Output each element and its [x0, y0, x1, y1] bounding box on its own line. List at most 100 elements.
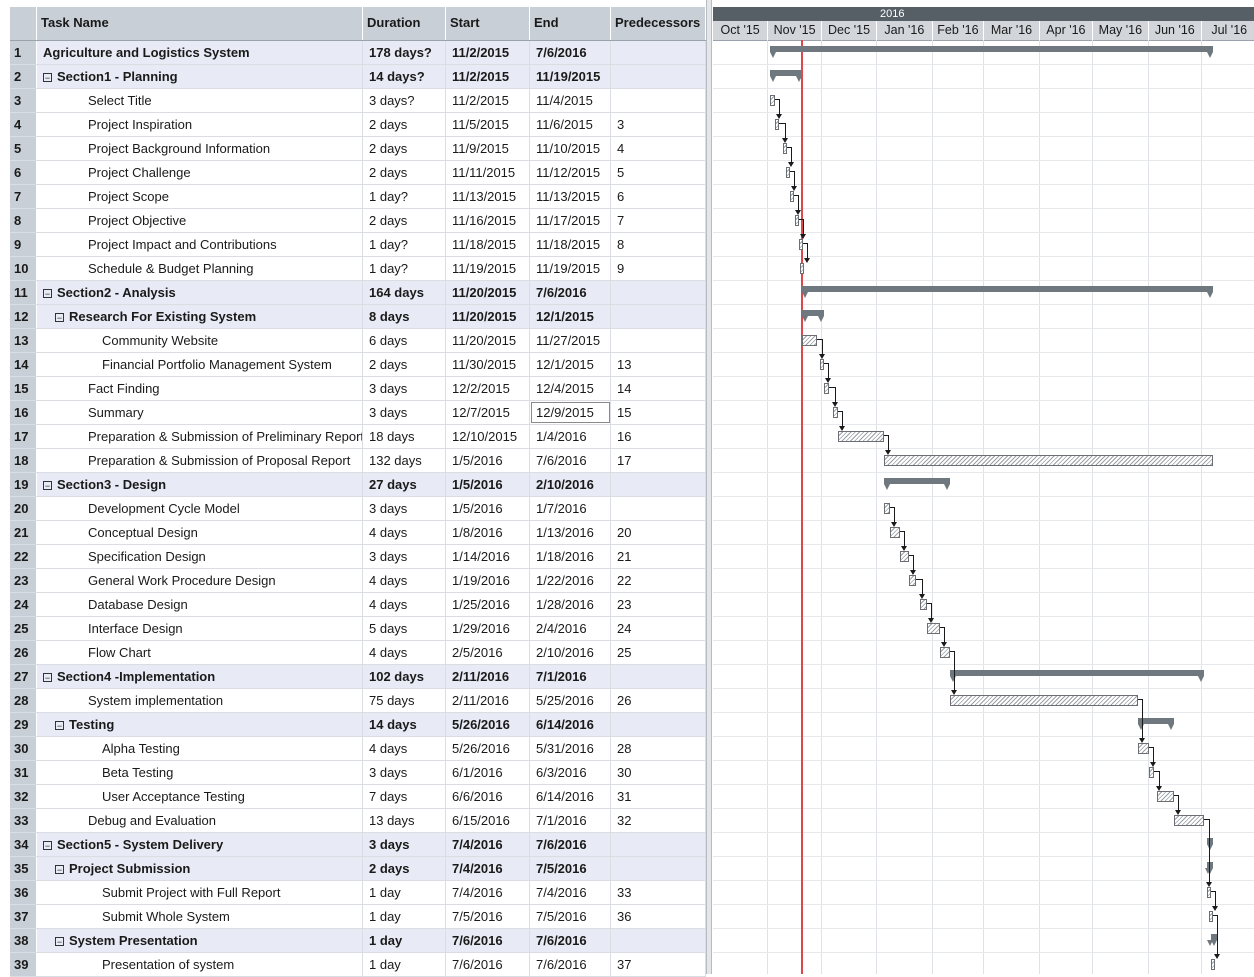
summary-task-row[interactable]: 34− Section5 - System Delivery 3 days 7/4/2…: [10, 833, 706, 857]
task-duration-cell[interactable]: 18 days: [363, 425, 446, 448]
pane-splitter[interactable]: [706, 0, 712, 974]
task-end-cell[interactable]: 11/6/2015: [530, 113, 611, 136]
row-number-cell[interactable]: 22: [10, 545, 37, 568]
task-start-cell[interactable]: 11/16/2015: [446, 209, 530, 232]
summary-task-row[interactable]: 38− System Presentation 1 day 7/6/2016 7/6/2…: [10, 929, 706, 953]
task-duration-cell[interactable]: 14 days: [363, 713, 446, 736]
collapse-toggle-icon[interactable]: −: [55, 937, 64, 947]
task-row[interactable]: 39 Presentation of system 1 day 7/6/2016 7/6…: [10, 953, 706, 977]
task-bar[interactable]: [1207, 887, 1212, 898]
task-bar[interactable]: [920, 599, 928, 610]
task-row[interactable]: 37 Submit Whole System 1 day 7/5/2016 7/5/20…: [10, 905, 706, 929]
task-start-cell[interactable]: 1/29/2016: [446, 617, 530, 640]
collapse-toggle-icon[interactable]: −: [43, 673, 52, 683]
row-number-cell[interactable]: 32: [10, 785, 37, 808]
task-row[interactable]: 21 Conceptual Design 4 days 1/8/2016 1/13/20…: [10, 521, 706, 545]
task-start-cell[interactable]: 5/26/2016: [446, 713, 530, 736]
row-number-cell[interactable]: 25: [10, 617, 37, 640]
task-predecessors-cell[interactable]: 20: [611, 521, 706, 544]
task-end-cell[interactable]: 7/5/2016: [530, 857, 611, 880]
task-name-cell[interactable]: Schedule & Budget Planning: [37, 257, 363, 280]
task-name-cell[interactable]: − Section1 - Planning: [37, 65, 363, 88]
task-name-cell[interactable]: − Section4 -Implementation: [37, 665, 363, 688]
task-row[interactable]: 15 Fact Finding 3 days 12/2/2015 12/4/2015 14: [10, 377, 706, 401]
task-end-cell[interactable]: 7/6/2016: [530, 41, 611, 64]
task-bar[interactable]: [939, 647, 951, 658]
task-start-cell[interactable]: 12/10/2015: [446, 425, 530, 448]
task-predecessors-cell[interactable]: [611, 329, 706, 352]
duration-header[interactable]: Duration: [363, 7, 446, 40]
task-duration-cell[interactable]: 2 days: [363, 209, 446, 232]
row-number-cell[interactable]: 36: [10, 881, 37, 904]
task-duration-cell[interactable]: 164 days: [363, 281, 446, 304]
row-number-cell[interactable]: 37: [10, 905, 37, 928]
task-duration-cell[interactable]: 27 days: [363, 473, 446, 496]
task-predecessors-cell[interactable]: [611, 833, 706, 856]
task-predecessors-cell[interactable]: 23: [611, 593, 706, 616]
task-start-cell[interactable]: 7/6/2016: [446, 929, 530, 952]
task-end-cell[interactable]: 1/13/2016: [530, 521, 611, 544]
task-start-cell[interactable]: 11/30/2015: [446, 353, 530, 376]
task-start-cell[interactable]: 2/11/2016: [446, 689, 530, 712]
row-number-cell[interactable]: 6: [10, 161, 37, 184]
summary-bar[interactable]: [950, 670, 1204, 676]
row-number-cell[interactable]: 19: [10, 473, 37, 496]
task-predecessors-cell[interactable]: [611, 929, 706, 952]
task-predecessors-cell[interactable]: [611, 665, 706, 688]
task-row[interactable]: 28 System implementation 75 days 2/11/2016 5…: [10, 689, 706, 713]
end-header[interactable]: End: [530, 7, 611, 40]
task-bar[interactable]: [832, 407, 838, 418]
task-predecessors-cell[interactable]: 8: [611, 233, 706, 256]
task-duration-cell[interactable]: 14 days?: [363, 65, 446, 88]
task-end-cell[interactable]: 12/9/2015: [530, 401, 611, 424]
task-predecessors-cell[interactable]: 6: [611, 185, 706, 208]
task-duration-cell[interactable]: 1 day?: [363, 233, 446, 256]
row-number-cell[interactable]: 27: [10, 665, 37, 688]
summary-task-row[interactable]: 19− Section3 - Design 27 days 1/5/2016 2/10/…: [10, 473, 706, 497]
collapse-toggle-icon[interactable]: −: [43, 481, 52, 491]
row-number-cell[interactable]: 12: [10, 305, 37, 328]
task-name-cell[interactable]: Project Impact and Contributions: [37, 233, 363, 256]
task-bar[interactable]: [800, 263, 805, 274]
row-number-cell[interactable]: 9: [10, 233, 37, 256]
task-bar[interactable]: [770, 95, 776, 106]
task-predecessors-cell[interactable]: 30: [611, 761, 706, 784]
start-header[interactable]: Start: [446, 7, 530, 40]
summary-task-row[interactable]: 29− Testing 14 days 5/26/2016 6/14/2016: [10, 713, 706, 737]
task-start-cell[interactable]: 11/9/2015: [446, 137, 530, 160]
row-number-cell[interactable]: 18: [10, 449, 37, 472]
task-start-cell[interactable]: 1/25/2016: [446, 593, 530, 616]
task-start-cell[interactable]: 1/14/2016: [446, 545, 530, 568]
row-number-cell[interactable]: 35: [10, 857, 37, 880]
task-bar[interactable]: [789, 191, 794, 202]
row-number-cell[interactable]: 29: [10, 713, 37, 736]
task-name-cell[interactable]: Flow Chart: [37, 641, 363, 664]
task-start-cell[interactable]: 1/5/2016: [446, 497, 530, 520]
task-bar[interactable]: [1157, 791, 1174, 802]
collapse-toggle-icon[interactable]: −: [55, 313, 64, 323]
task-start-cell[interactable]: 11/2/2015: [446, 41, 530, 64]
task-name-cell[interactable]: System implementation: [37, 689, 363, 712]
row-number-cell[interactable]: 33: [10, 809, 37, 832]
summary-task-row[interactable]: 2− Section1 - Planning 14 days? 11/2/2015 11…: [10, 65, 706, 89]
task-duration-cell[interactable]: 13 days: [363, 809, 446, 832]
row-number-cell[interactable]: 31: [10, 761, 37, 784]
row-number-cell[interactable]: 15: [10, 377, 37, 400]
task-start-cell[interactable]: 7/4/2016: [446, 833, 530, 856]
task-start-cell[interactable]: 11/20/2015: [446, 305, 530, 328]
task-end-cell[interactable]: 6/3/2016: [530, 761, 611, 784]
task-duration-cell[interactable]: 1 day: [363, 905, 446, 928]
task-bar[interactable]: [837, 431, 885, 442]
task-row[interactable]: 6 Project Challenge 2 days 11/11/2015 11/12/…: [10, 161, 706, 185]
task-end-cell[interactable]: 12/4/2015: [530, 377, 611, 400]
task-row[interactable]: 25 Interface Design 5 days 1/29/2016 2/4/201…: [10, 617, 706, 641]
task-bar[interactable]: [1209, 911, 1214, 922]
task-end-cell[interactable]: 2/4/2016: [530, 617, 611, 640]
task-bar[interactable]: [950, 695, 1138, 706]
task-start-cell[interactable]: 6/6/2016: [446, 785, 530, 808]
task-start-cell[interactable]: 11/20/2015: [446, 329, 530, 352]
task-duration-cell[interactable]: 4 days: [363, 593, 446, 616]
task-name-cell[interactable]: Agriculture and Logistics System: [37, 41, 363, 64]
task-end-cell[interactable]: 1/18/2016: [530, 545, 611, 568]
task-duration-cell[interactable]: 1 day: [363, 929, 446, 952]
